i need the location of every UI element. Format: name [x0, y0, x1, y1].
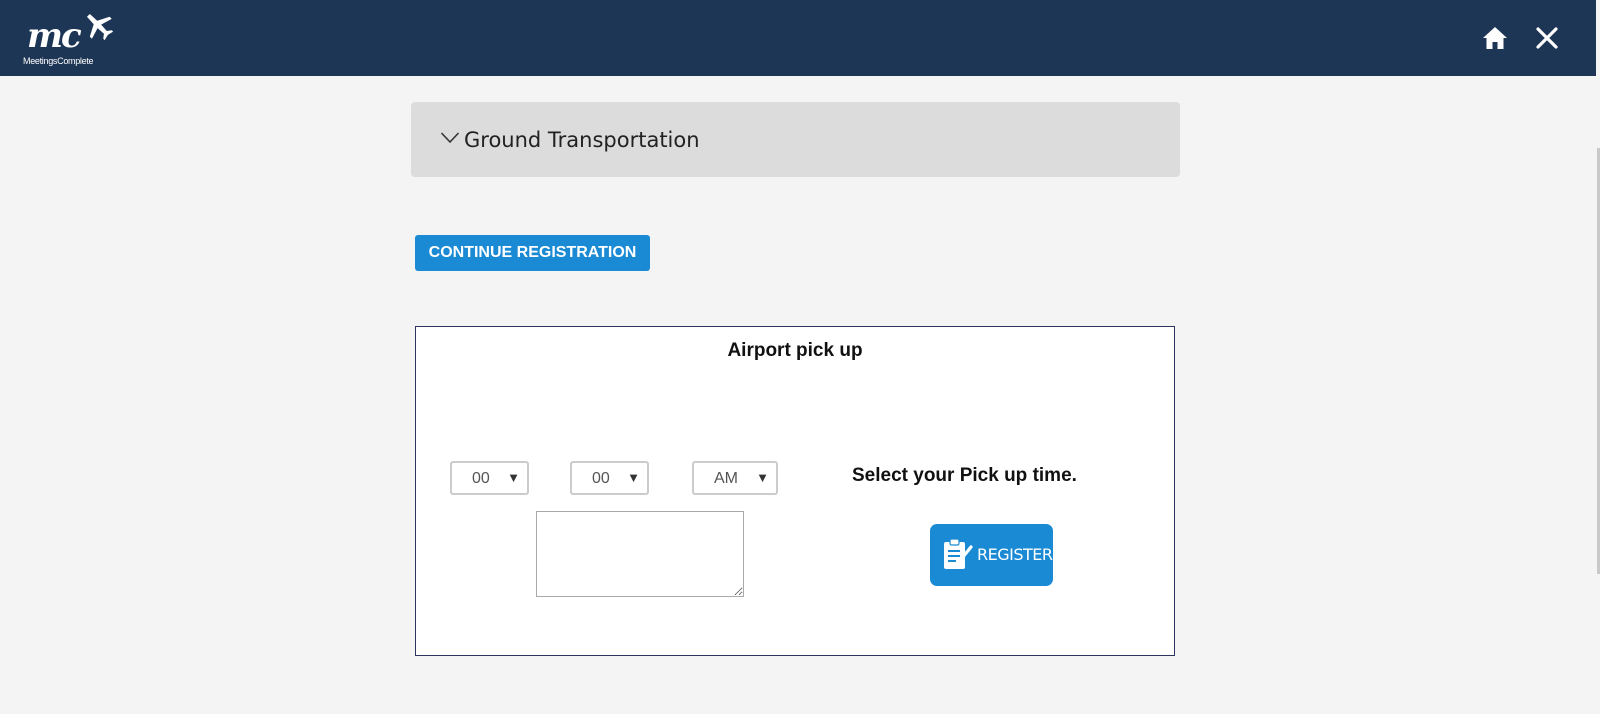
hour-value: 00: [472, 470, 490, 487]
register-button[interactable]: REGISTER: [930, 524, 1053, 586]
notes-textarea[interactable]: [536, 511, 744, 597]
minute-select[interactable]: 00 ▼: [570, 461, 649, 495]
continue-registration-button[interactable]: CONTINUE REGISTRATION: [415, 235, 650, 271]
top-header: mc MeetingsComplete: [0, 0, 1596, 76]
logo-subtitle: MeetingsComplete: [23, 56, 94, 66]
dropdown-arrow-icon: ▼: [756, 470, 769, 485]
airport-pickup-card: Airport pick up 00 ▼ 00 ▼ AM ▼ Select yo…: [415, 326, 1175, 656]
meetingscomplete-logo[interactable]: mc MeetingsComplete: [20, 9, 120, 71]
minute-value: 00: [592, 470, 610, 487]
clipboard-check-icon: [944, 538, 973, 569]
ampm-select[interactable]: AM ▼: [692, 461, 778, 495]
card-title: Airport pick up: [727, 340, 863, 361]
home-button[interactable]: [1481, 24, 1509, 52]
ground-transportation-accordion[interactable]: Ground Transportation: [411, 102, 1180, 177]
close-button[interactable]: [1533, 24, 1561, 52]
close-icon: [1536, 27, 1558, 49]
pickup-time-label: Select your Pick up time.: [852, 465, 1077, 486]
logo-mark: mc: [27, 16, 82, 56]
register-label: REGISTER: [977, 545, 1053, 564]
hour-select[interactable]: 00 ▼: [450, 461, 529, 495]
plane-icon: [86, 13, 114, 41]
ampm-value: AM: [714, 470, 738, 487]
dropdown-arrow-icon: ▼: [627, 470, 640, 485]
chevron-down-icon: [440, 132, 460, 144]
home-icon: [1483, 27, 1507, 49]
dropdown-arrow-icon: ▼: [507, 470, 520, 485]
accordion-title: Ground Transportation: [464, 128, 700, 152]
